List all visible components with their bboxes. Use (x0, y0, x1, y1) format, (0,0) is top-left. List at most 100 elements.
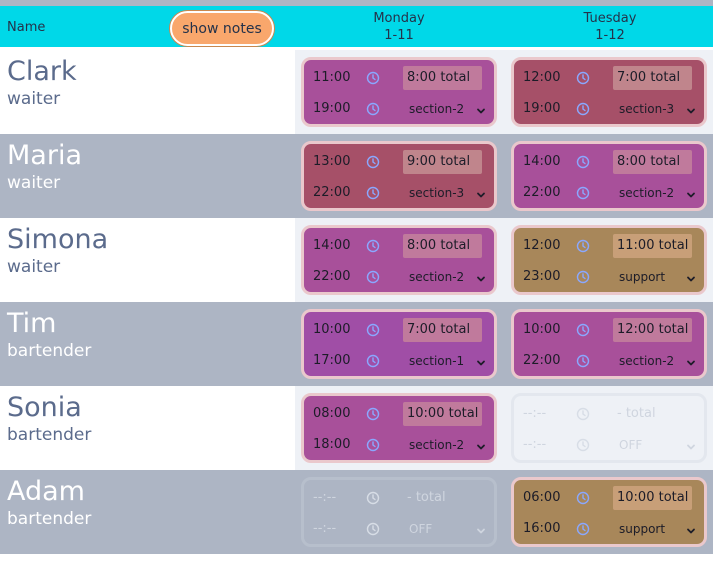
clock-icon[interactable] (576, 70, 590, 85)
start-time-input[interactable]: 10:00 (523, 322, 560, 337)
chevron-down-icon[interactable] (685, 270, 697, 282)
chevron-down-icon[interactable] (475, 270, 487, 282)
clock-icon[interactable] (576, 101, 590, 116)
shift-total: 12:00 total (613, 318, 692, 342)
clock-icon[interactable] (576, 521, 590, 536)
day-header-monday[interactable]: Monday 1-11 (349, 10, 449, 44)
shift-card[interactable]: 14:00 8:00 total 22:00 section-2 (301, 225, 497, 295)
employee-name[interactable]: Adam (7, 476, 91, 508)
clock-icon[interactable] (366, 269, 380, 284)
end-time-input[interactable]: 19:00 (313, 101, 350, 116)
chevron-down-icon[interactable] (475, 186, 487, 198)
start-time-input[interactable]: 11:00 (313, 70, 350, 85)
clock-icon[interactable] (366, 154, 380, 169)
shift-end-line: 16:00 support (523, 517, 701, 541)
employee-info: Adam bartender (7, 476, 91, 530)
shift-start-line: 13:00 9:00 total (313, 150, 491, 174)
employee-name[interactable]: Simona (7, 224, 108, 256)
end-time-input[interactable]: 17:00 (313, 353, 350, 368)
schedule-app: waiter12:00section-115:00section-2Clarkw… (0, 0, 713, 570)
employee-name[interactable]: Sonia (7, 392, 91, 424)
start-time-input[interactable]: 12:00 (523, 70, 560, 85)
shift-start-line: --:-- - total (313, 486, 491, 510)
clock-icon[interactable] (366, 70, 380, 85)
shift-end-line: 22:00 section-3 (313, 181, 491, 205)
start-time-input[interactable]: 06:00 (523, 490, 560, 505)
day-date: 1-12 (595, 28, 625, 43)
shift-end-line: 22:00 section-2 (313, 265, 491, 289)
shift-card[interactable]: 13:00 9:00 total 22:00 section-3 (301, 141, 497, 211)
chevron-down-icon[interactable] (475, 102, 487, 114)
chevron-down-icon[interactable] (685, 102, 697, 114)
end-time-input[interactable]: 22:00 (313, 185, 350, 200)
shift-end-line: --:-- OFF (523, 433, 701, 457)
start-time-input[interactable]: 13:00 (313, 154, 350, 169)
employee-row: Clark waiter 11:00 8:00 total 19:00 section-2… (0, 50, 713, 134)
shift-card[interactable]: 06:00 10:00 total 16:00 support (511, 477, 707, 547)
clock-icon[interactable] (366, 406, 380, 421)
end-time-input[interactable]: 22:00 (523, 353, 560, 368)
end-time-input[interactable]: 22:00 (523, 185, 560, 200)
start-time-input[interactable]: 10:00 (313, 322, 350, 337)
clock-icon[interactable] (576, 154, 590, 169)
end-time-input[interactable]: --:-- (313, 521, 336, 536)
shift-card[interactable]: 14:00 8:00 total 22:00 section-2 (511, 141, 707, 211)
chevron-down-icon[interactable] (475, 354, 487, 366)
employee-role: bartender (7, 341, 92, 361)
shift-total: - total (407, 490, 446, 505)
start-time-input[interactable]: --:-- (523, 406, 546, 421)
day-header-tuesday[interactable]: Tuesday 1-12 (560, 10, 660, 44)
shift-total: 8:00 total (403, 234, 482, 258)
clock-icon[interactable] (576, 437, 590, 452)
clock-icon[interactable] (576, 490, 590, 505)
chevron-down-icon[interactable] (475, 522, 487, 534)
clock-icon[interactable] (576, 406, 590, 421)
end-time-input[interactable]: 19:00 (523, 101, 560, 116)
start-time-input[interactable]: --:-- (313, 490, 336, 505)
end-time-input[interactable]: 16:00 (523, 521, 560, 536)
clock-icon[interactable] (366, 353, 380, 368)
shift-card[interactable]: --:-- - total --:-- OFF (301, 477, 497, 547)
chevron-down-icon[interactable] (685, 522, 697, 534)
employee-name[interactable]: Tim (7, 308, 91, 340)
clock-icon[interactable] (576, 353, 590, 368)
clock-icon[interactable] (576, 238, 590, 253)
clock-icon[interactable] (366, 521, 380, 536)
clock-icon[interactable] (576, 185, 590, 200)
shift-total: 10:00 total (403, 402, 482, 426)
employee-role: bartender (7, 509, 92, 529)
start-time-input[interactable]: 08:00 (313, 406, 350, 421)
end-time-input[interactable]: 22:00 (313, 269, 350, 284)
shift-end-line: --:-- OFF (313, 517, 491, 541)
clock-icon[interactable] (366, 238, 380, 253)
shift-card[interactable]: 10:00 12:00 total 22:00 section-2 (511, 309, 707, 379)
shift-card[interactable]: 10:00 7:00 total 17:00 section-1 (301, 309, 497, 379)
shift-card[interactable]: --:-- - total --:-- OFF (511, 393, 707, 463)
start-time-input[interactable]: 14:00 (523, 154, 560, 169)
shift-card[interactable]: 12:00 11:00 total 23:00 support (511, 225, 707, 295)
shift-end-line: 22:00 section-2 (523, 181, 701, 205)
clock-icon[interactable] (576, 322, 590, 337)
clock-icon[interactable] (576, 269, 590, 284)
shift-card[interactable]: 11:00 8:00 total 19:00 section-2 (301, 57, 497, 127)
end-time-input[interactable]: 23:00 (523, 269, 560, 284)
start-time-input[interactable]: 12:00 (523, 238, 560, 253)
clock-icon[interactable] (366, 437, 380, 452)
clock-icon[interactable] (366, 185, 380, 200)
employee-name[interactable]: Clark (7, 56, 77, 88)
show-notes-button[interactable]: show notes (170, 11, 274, 46)
shift-card[interactable]: 12:00 7:00 total 19:00 section-3 (511, 57, 707, 127)
shift-total: 7:00 total (403, 318, 482, 342)
shift-card[interactable]: 08:00 10:00 total 18:00 section-2 (301, 393, 497, 463)
chevron-down-icon[interactable] (685, 354, 697, 366)
chevron-down-icon[interactable] (475, 438, 487, 450)
employee-name[interactable]: Maria (7, 140, 82, 172)
clock-icon[interactable] (366, 101, 380, 116)
start-time-input[interactable]: 14:00 (313, 238, 350, 253)
clock-icon[interactable] (366, 490, 380, 505)
clock-icon[interactable] (366, 322, 380, 337)
end-time-input[interactable]: --:-- (523, 437, 546, 452)
chevron-down-icon[interactable] (685, 438, 697, 450)
chevron-down-icon[interactable] (685, 186, 697, 198)
end-time-input[interactable]: 18:00 (313, 437, 350, 452)
